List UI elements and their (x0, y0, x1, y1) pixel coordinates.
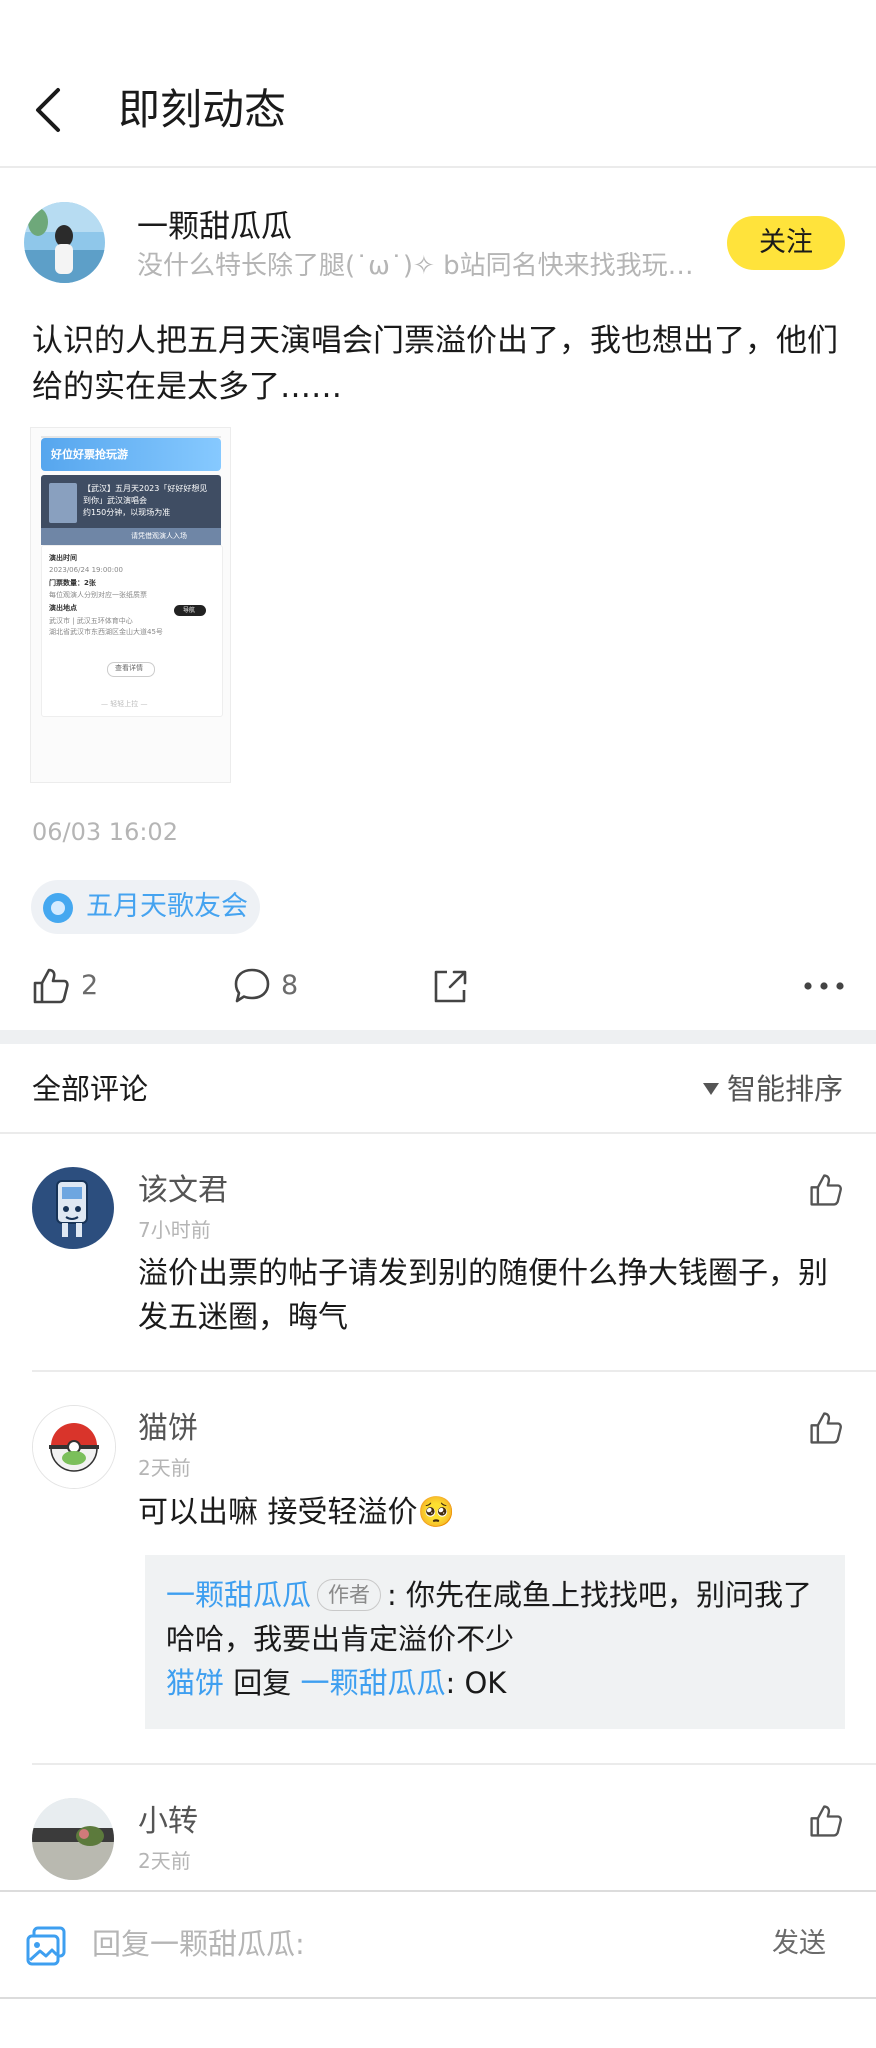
more-icon[interactable] (802, 972, 846, 1000)
image-show-time-label: 演出时间 (49, 554, 77, 562)
comment-text: 可以出嘛 接受轻溢价🥺 (138, 1495, 455, 1530)
reply-input[interactable]: 回复一颗甜瓜瓜: (92, 1923, 305, 1965)
topic-icon-inner (51, 901, 65, 915)
image-picker-icon[interactable] (24, 1924, 68, 1968)
comment-avatar[interactable] (32, 1798, 114, 1880)
comment-avatar[interactable] (32, 1167, 114, 1249)
reply-author[interactable]: 一颗甜瓜瓜 (166, 1578, 311, 1612)
page-title: 即刻动态 (118, 85, 287, 134)
image-nav-label: 导航 (183, 607, 196, 614)
image-banner-text: 好位好票抢玩游 (51, 448, 128, 461)
comment-like-icon[interactable] (808, 1803, 844, 1839)
reply-author[interactable]: 猫饼 (166, 1666, 224, 1700)
like-icon[interactable] (31, 966, 71, 1006)
reply-bar-top-border (0, 1890, 876, 1892)
image-venue-city: 武汉市 | 武汉五环体育中心 (49, 617, 133, 625)
comment-like-icon[interactable] (808, 1410, 844, 1446)
sort-caret-icon (703, 1083, 719, 1095)
comment-count: 8 (281, 970, 299, 1001)
post-text: 认识的人把五月天演唱会门票溢价出了，我也想出了，他们给的实在是太多了…… (32, 323, 838, 405)
image-ticket-bar-text: 请凭借观演人入场 (131, 532, 187, 540)
reply-target[interactable]: 一颗甜瓜瓜 (300, 1666, 445, 1700)
image-ticket-count: 门票数量：2张 (49, 579, 96, 587)
back-icon[interactable] (30, 82, 70, 138)
reply-bar-bottom-border (0, 1997, 876, 1999)
header-divider (0, 166, 876, 168)
author-avatar[interactable] (24, 202, 105, 283)
comment-author[interactable]: 小转 (138, 1801, 198, 1843)
comment-divider (32, 1763, 876, 1765)
image-details-label: 查看详情 (115, 664, 143, 672)
post-image[interactable]: 好位好票抢玩游 【武汉】五月天2023「好好好想见到你」武汉演唱会 约150分钟… (30, 427, 231, 783)
comment-divider (32, 1370, 876, 1372)
comment-time: 2天前 (138, 1849, 191, 1873)
post-time: 06/03 16:02 (32, 818, 178, 846)
sort-label[interactable]: 智能排序 (727, 1068, 843, 1110)
follow-button[interactable]: 关注 (727, 216, 845, 270)
image-footer-text: — 轻轻上拉 — (101, 700, 148, 708)
image-ticket-note: 每位观演人分别对应一张纸质票 (49, 591, 147, 599)
image-ticket-thumb (49, 483, 77, 523)
send-button[interactable]: 发送 (772, 1923, 826, 1965)
comment-time: 7小时前 (138, 1218, 211, 1242)
comment-author[interactable]: 该文君 (138, 1170, 228, 1212)
reply-text: : OK (445, 1666, 507, 1700)
comment-avatar[interactable] (32, 1405, 116, 1489)
author-bio: 没什么特长除了腿(˙ω˙)✧ b站同名快来找我玩！ 欢迎来玩 (137, 251, 707, 281)
image-ticket-title: 【武汉】五月天2023「好好好想见到你」武汉演唱会 约150分钟，以现场为准 (83, 484, 208, 517)
comment-text: 溢价出票的帖子请发到别的随便什么挣大钱圈子，别发五迷圈，晦气 (138, 1256, 828, 1335)
share-icon[interactable] (430, 966, 470, 1006)
comments-header-divider (0, 1132, 876, 1134)
comment-like-icon[interactable] (808, 1172, 844, 1208)
section-gap (0, 1030, 876, 1044)
image-venue-label: 演出地点 (49, 604, 77, 612)
like-count: 2 (81, 970, 99, 1001)
comment-time: 2天前 (138, 1456, 191, 1480)
image-show-time: 2023/06/24 19:00:00 (49, 566, 124, 574)
reply-item[interactable]: 一颗甜瓜瓜 作者: 你先在咸鱼上找找吧，别问我了哈哈，我要出肯定溢价不少 (166, 1573, 826, 1661)
reply-item[interactable]: 猫饼 回复 一颗甜瓜瓜: OK (166, 1661, 826, 1705)
comments-title: 全部评论 (32, 1072, 149, 1106)
reply-word: 回复 (233, 1666, 292, 1700)
comment-icon[interactable] (232, 966, 272, 1006)
reply-thread: 一颗甜瓜瓜 作者: 你先在咸鱼上找找吧，别问我了哈哈，我要出肯定溢价不少 猫饼 回… (145, 1555, 845, 1729)
topic-label[interactable]: 五月天歌友会 (86, 886, 248, 928)
image-venue-address: 湖北省武汉市东西湖区金山大道45号 (49, 628, 163, 636)
comment-author[interactable]: 猫饼 (138, 1408, 198, 1450)
author-tag: 作者 (317, 1579, 382, 1611)
author-name[interactable]: 一颗甜瓜瓜 (137, 205, 292, 249)
